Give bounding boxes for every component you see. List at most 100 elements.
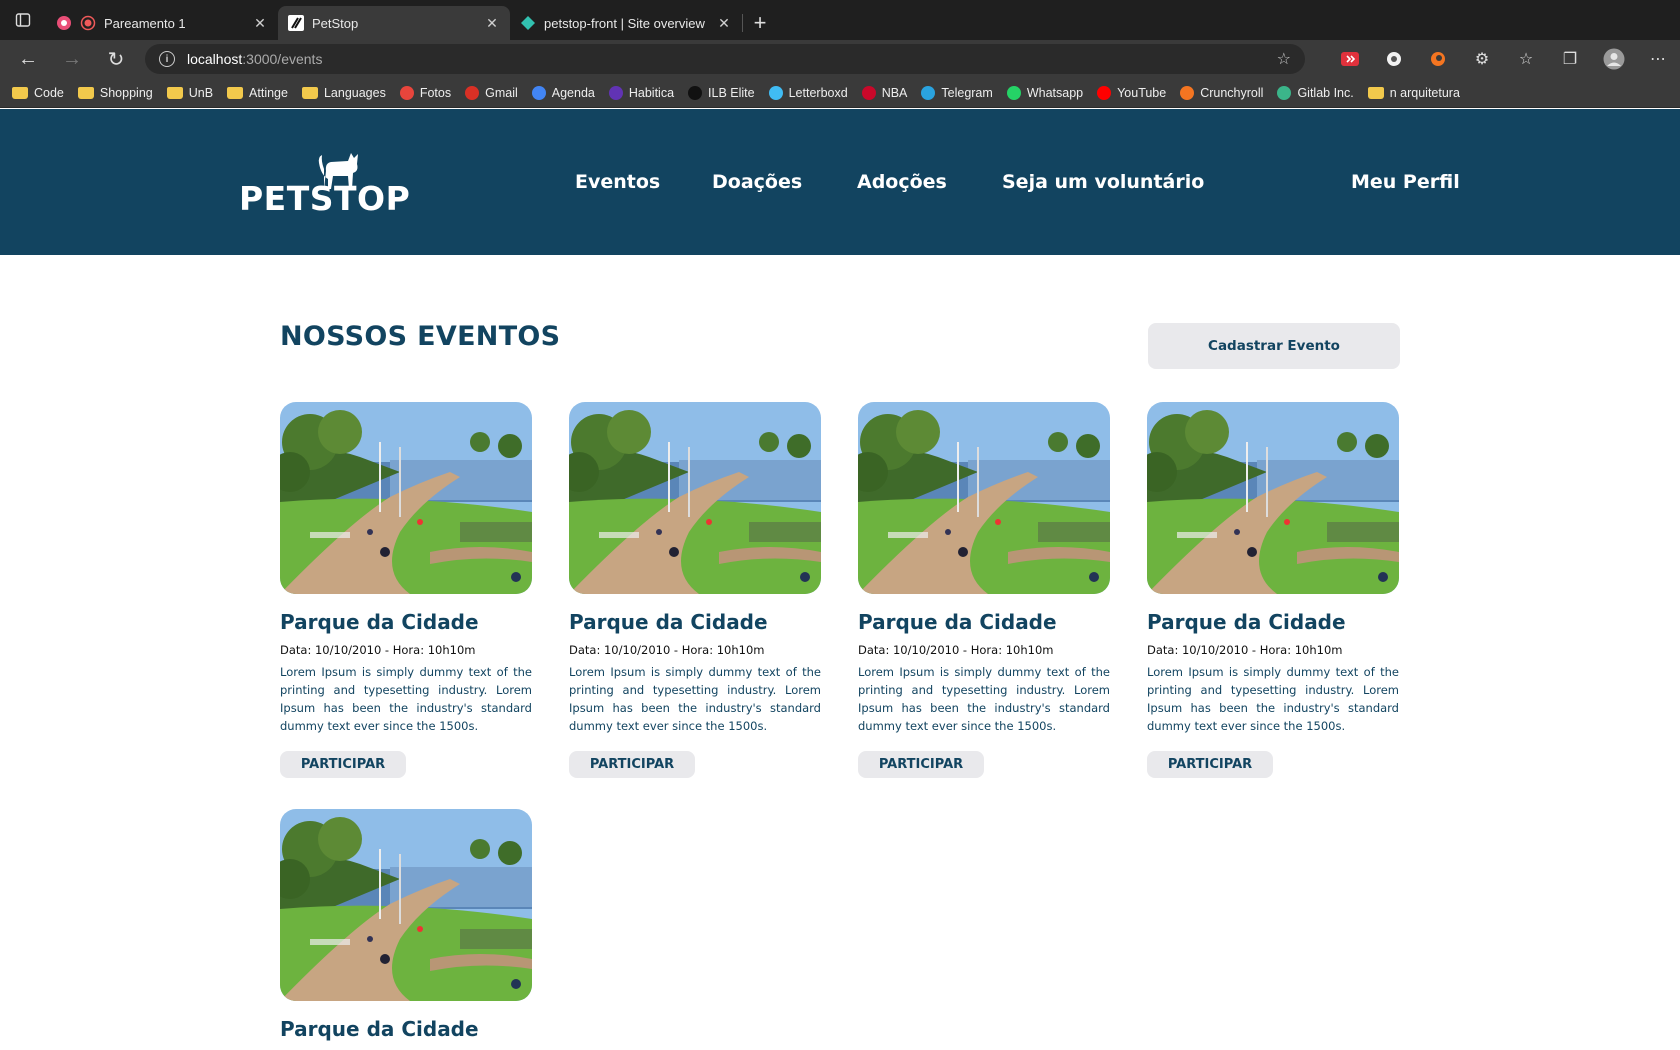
cadastrar-evento-button[interactable]: Cadastrar Evento (1148, 323, 1400, 369)
tab-title: Pareamento 1 (104, 15, 186, 31)
close-tab-icon[interactable]: ✕ (252, 15, 268, 32)
bookmark-item[interactable]: Fotos (399, 85, 452, 100)
telegram-icon (921, 85, 936, 100)
bookmark-label: NBA (881, 85, 908, 100)
bookmark-item[interactable]: Whatsapp (1006, 85, 1084, 100)
tab-pareamento[interactable]: Pareamento 1 ✕ (46, 6, 278, 40)
folder-icon (77, 86, 94, 99)
tab-actions-icon[interactable] (0, 0, 46, 40)
habitica-icon (608, 85, 623, 100)
extension-white-icon[interactable] (1372, 40, 1416, 78)
profile-avatar-icon[interactable] (1592, 40, 1636, 78)
site-info-icon[interactable]: i (159, 51, 175, 67)
letterboxd-icon (768, 85, 783, 100)
add-favorite-icon[interactable]: ☆ (1277, 49, 1291, 69)
favorites-icon[interactable]: ☆ (1504, 40, 1548, 78)
bookmark-label: Fotos (419, 85, 452, 100)
recording-icon (80, 15, 96, 31)
event-date: Data: 10/10/2010 - Hora: 10h10m (280, 643, 476, 657)
event-title[interactable]: Parque da Cidade (280, 610, 532, 634)
event-description: Lorem Ipsum is simply dummy text of the … (858, 665, 1110, 733)
nav-doacoes[interactable]: Doações (712, 171, 802, 193)
browser-tab-strip: Pareamento 1 ✕ PetStop ✕ petstop-front |… (0, 0, 1680, 40)
address-bar[interactable]: i localhost:3000/events ☆ (145, 44, 1305, 74)
bookmark-item[interactable]: Languages (301, 86, 386, 100)
bookmark-item[interactable]: UnB (166, 85, 214, 100)
bookmark-item[interactable]: Attinge (227, 86, 288, 100)
participar-button[interactable]: PARTICIPAR (858, 751, 984, 778)
nav-eventos[interactable]: Eventos (575, 171, 660, 193)
bookmark-item[interactable]: YouTube (1097, 85, 1167, 100)
bookmark-label: Attinge (249, 85, 288, 100)
crunchyroll-icon (1180, 85, 1195, 100)
bookmark-item[interactable]: Habitica (608, 85, 674, 100)
participar-button[interactable]: PARTICIPAR (280, 751, 406, 778)
bookmark-label: Gitlab Inc. (1297, 85, 1354, 100)
close-tab-icon[interactable]: ✕ (716, 15, 732, 32)
bookmark-item[interactable]: Telegram (921, 85, 993, 100)
event-description: Lorem Ipsum is simply dummy text of the … (569, 665, 821, 733)
event-image[interactable] (858, 402, 1110, 594)
site-header: PETSTOP Eventos Doações Adoções Seja um … (0, 109, 1680, 255)
netlify-icon (520, 15, 536, 31)
bookmark-label: n arquitetura (1389, 85, 1460, 100)
bookmark-item[interactable]: Shopping (77, 86, 153, 100)
event-image[interactable] (280, 402, 532, 594)
participar-button[interactable]: PARTICIPAR (1147, 751, 1273, 778)
participar-button[interactable]: PARTICIPAR (569, 751, 695, 778)
close-tab-icon[interactable]: ✕ (484, 15, 500, 32)
whatsapp-icon (1006, 85, 1021, 100)
folder-icon (12, 86, 28, 99)
nav-adocoes[interactable]: Adoções (857, 171, 947, 193)
bookmark-item[interactable]: Crunchyroll (1180, 85, 1263, 100)
bookmark-item[interactable]: Gitlab Inc. (1277, 85, 1354, 100)
event-title[interactable]: Parque da Cidade (1147, 610, 1399, 634)
event-card: Parque da Cidade Data: 10/10/2010 - Hora:… (1147, 402, 1399, 778)
tab-netlify[interactable]: petstop-front | Site overview ✕ (510, 6, 742, 40)
bookmarks-bar: Code Shopping UnB Attinge Languages Fotos Gmai… (0, 78, 1680, 108)
bookmark-label: Telegram (941, 85, 993, 100)
extension-orange-icon[interactable] (1416, 40, 1460, 78)
nav-meu-perfil[interactable]: Meu Perfil (1351, 171, 1460, 193)
event-image[interactable] (280, 809, 532, 1001)
bookmark-label: Agenda (551, 85, 595, 100)
event-title[interactable]: Parque da Cidade (858, 610, 1110, 634)
event-title[interactable]: Parque da Cidade (280, 1017, 532, 1041)
event-image[interactable] (1147, 402, 1399, 594)
event-card: Parque da Cidade Data: 10/10/2010 - Hora:… (569, 402, 821, 778)
folder-icon (227, 86, 244, 99)
park-photo (569, 402, 821, 594)
url-host: localhost (187, 51, 243, 67)
event-image[interactable] (569, 402, 821, 594)
folder-icon (301, 86, 318, 99)
bookmark-item[interactable]: n arquitetura (1367, 85, 1460, 100)
bookmark-label: YouTube (1117, 85, 1167, 100)
extension-red-icon[interactable] (1328, 40, 1372, 78)
event-description: Lorem Ipsum is simply dummy text of the … (280, 665, 532, 733)
park-photo (280, 809, 532, 1001)
new-tab-icon[interactable]: + (743, 6, 777, 40)
bookmark-item[interactable]: Gmail (465, 85, 518, 100)
bookmark-item[interactable]: ILB Elite (688, 85, 755, 100)
gitlab-icon (1277, 85, 1292, 100)
bookmark-item[interactable]: Code (12, 86, 64, 100)
bookmark-item[interactable]: Letterboxd (768, 85, 848, 100)
bookmark-item[interactable]: Agenda (531, 85, 595, 100)
bookmark-item[interactable]: NBA (861, 85, 908, 100)
folder-icon (1367, 86, 1384, 99)
extensions-puzzle-icon[interactable]: ⚙ (1460, 40, 1504, 78)
reload-icon[interactable]: ↻ (94, 40, 138, 78)
nav-voluntario[interactable]: Seja um voluntário (1002, 171, 1204, 193)
tab-petstop[interactable]: PetStop ✕ (278, 6, 510, 40)
calendar-icon (531, 85, 546, 100)
forward-icon[interactable]: → (50, 40, 94, 78)
collections-icon[interactable]: ❐ (1548, 40, 1592, 78)
event-description: Lorem Ipsum is simply dummy text of the … (1147, 665, 1399, 733)
more-menu-icon[interactable]: ⋯ (1636, 40, 1680, 78)
back-icon[interactable]: ← (6, 40, 50, 78)
meet-icon (56, 15, 72, 31)
toolbar-extensions: ⚙ ☆ ❐ ⋯ (1328, 40, 1680, 78)
bookmark-label: UnB (188, 85, 214, 100)
bookmark-label: Whatsapp (1026, 85, 1084, 100)
event-title[interactable]: Parque da Cidade (569, 610, 821, 634)
